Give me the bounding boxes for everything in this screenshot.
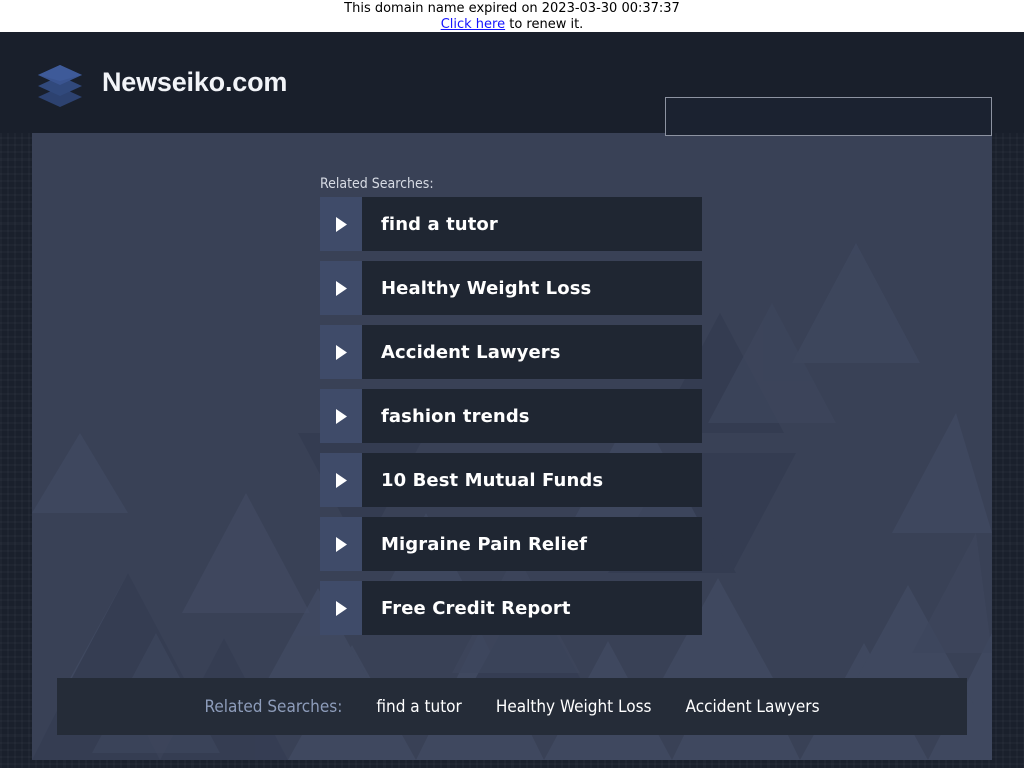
play-triangle-icon — [320, 517, 362, 571]
renew-link[interactable]: Click here — [441, 17, 505, 32]
stacked-layers-icon — [32, 55, 88, 111]
related-search-item-body[interactable]: Free Credit Report — [362, 581, 702, 635]
play-triangle-icon — [320, 261, 362, 315]
related-search-item[interactable]: Healthy Weight Loss — [320, 261, 702, 315]
related-search-item-body[interactable]: find a tutor — [362, 197, 702, 251]
footer-search-link[interactable]: Healthy Weight Loss — [496, 697, 652, 717]
play-triangle-icon — [320, 581, 362, 635]
brand-name: Newseiko.com — [102, 67, 287, 98]
renew-line: Click here to renew it. — [0, 17, 1024, 33]
domain-expiry-banner: This domain name expired on 2023-03-30 0… — [0, 0, 1024, 32]
related-search-item-label: 10 Best Mutual Funds — [381, 470, 603, 491]
related-search-item-body[interactable]: Accident Lawyers — [362, 325, 702, 379]
related-search-item[interactable]: Accident Lawyers — [320, 325, 702, 379]
related-searches-label: Related Searches: — [320, 176, 434, 192]
play-triangle-icon — [320, 453, 362, 507]
footer-search-link[interactable]: find a tutor — [376, 697, 461, 717]
expiry-message: This domain name expired on 2023-03-30 0… — [0, 1, 1024, 17]
brand-logo-link[interactable]: Newseiko.com — [32, 32, 287, 133]
site-header: Newseiko.com — [0, 32, 1024, 133]
related-search-item[interactable]: Migraine Pain Relief — [320, 517, 702, 571]
play-triangle-icon — [320, 197, 362, 251]
footer-search-link[interactable]: Accident Lawyers — [686, 697, 820, 717]
related-search-item[interactable]: 10 Best Mutual Funds — [320, 453, 702, 507]
related-search-item-label: fashion trends — [381, 406, 530, 427]
related-search-item-body[interactable]: 10 Best Mutual Funds — [362, 453, 702, 507]
related-searches-list: find a tutor Healthy Weight Loss Acciden… — [320, 197, 702, 645]
related-search-item-body[interactable]: Migraine Pain Relief — [362, 517, 702, 571]
related-search-item-label: Healthy Weight Loss — [381, 278, 591, 299]
related-search-item-label: Migraine Pain Relief — [381, 534, 587, 555]
related-search-item-label: Free Credit Report — [381, 598, 571, 619]
related-search-item[interactable]: fashion trends — [320, 389, 702, 443]
related-search-item-body[interactable]: fashion trends — [362, 389, 702, 443]
related-search-item-label: find a tutor — [381, 214, 498, 235]
footer-related-searches-bar: Related Searches: find a tutor Healthy W… — [57, 678, 967, 735]
related-search-item[interactable]: Free Credit Report — [320, 581, 702, 635]
footer-related-searches-label: Related Searches: — [204, 697, 342, 717]
content-panel: Related Searches: find a tutor Healthy W… — [32, 133, 992, 760]
related-search-item-body[interactable]: Healthy Weight Loss — [362, 261, 702, 315]
play-triangle-icon — [320, 325, 362, 379]
related-search-item[interactable]: find a tutor — [320, 197, 702, 251]
renew-suffix: to renew it. — [505, 17, 583, 32]
play-triangle-icon — [320, 389, 362, 443]
search-input[interactable] — [665, 97, 992, 136]
related-search-item-label: Accident Lawyers — [381, 342, 561, 363]
